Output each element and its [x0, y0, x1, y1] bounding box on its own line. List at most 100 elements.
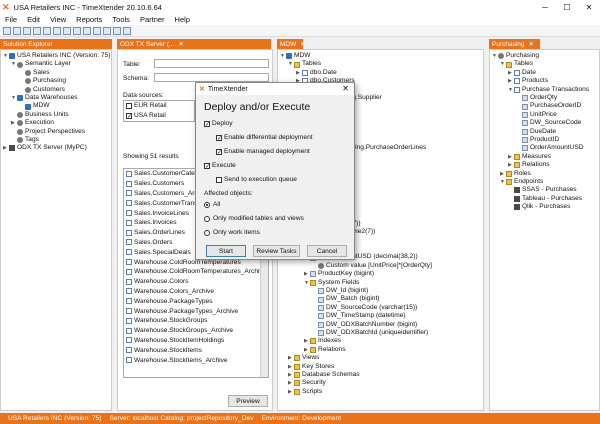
result-item[interactable]: Warehouse.Colors_Archive — [124, 287, 268, 297]
tree-item[interactable]: ▶ Relations — [492, 161, 597, 169]
tree-item[interactable]: Qlik - Purchases — [492, 203, 597, 211]
close-tab-icon[interactable]: ✕ — [300, 40, 305, 48]
tree-item[interactable]: ▶ Indexes — [280, 337, 481, 345]
send-queue-option[interactable]: Send to execution queue — [216, 176, 297, 183]
schema-field[interactable] — [154, 73, 269, 82]
menu-view[interactable]: View — [45, 15, 71, 24]
close-window-icon[interactable]: ✕ — [578, 0, 600, 14]
tree-item[interactable]: ▼ MDW — [280, 52, 481, 60]
deploy-checkbox[interactable] — [204, 120, 210, 128]
table-field[interactable] — [154, 59, 269, 68]
data-source-eur[interactable]: EUR Retail — [124, 101, 194, 111]
data-source-usa[interactable]: USA Retail — [124, 111, 194, 121]
cancel-button[interactable]: Cancel — [307, 245, 347, 257]
tree-item[interactable]: ▼ USA Retailers INC (Version: 75) — [3, 52, 110, 60]
preview-button[interactable]: Preview — [228, 395, 268, 407]
tree-item[interactable]: DW_Batch (bigint) — [280, 295, 481, 303]
tree-item[interactable]: OrderAmountUSD — [492, 144, 597, 152]
save-icon[interactable] — [23, 26, 31, 35]
tree-item[interactable]: ▶ Database Schemas — [280, 371, 481, 379]
only-work-radio[interactable] — [204, 229, 210, 236]
tree-item[interactable]: Sales — [3, 69, 109, 77]
tree-item[interactable]: OrderQty — [492, 94, 597, 102]
close-tab-icon[interactable]: ✕ — [529, 40, 534, 48]
menu-partner[interactable]: Partner — [135, 15, 170, 24]
execute-icon[interactable] — [43, 26, 51, 35]
result-item[interactable]: Warehouse.StockItemHoldings — [124, 336, 268, 346]
cut-icon[interactable] — [63, 26, 71, 35]
differential-checkbox[interactable] — [216, 134, 222, 142]
tree-item[interactable]: Business Units — [3, 111, 109, 119]
result-item[interactable]: Warehouse.PackageTypes — [124, 296, 268, 306]
only-modified-option[interactable]: Only modified tables and views — [204, 215, 304, 222]
tree-item[interactable]: Customers — [3, 86, 109, 94]
tree-item[interactable]: DW_ODXBatchId (uniqueidentifier) — [280, 329, 481, 337]
new-icon[interactable] — [3, 26, 11, 35]
menu-help[interactable]: Help — [170, 15, 195, 24]
review-tasks-button[interactable]: Review Tasks — [253, 245, 300, 257]
start-button[interactable]: Start — [206, 245, 246, 257]
tree-item[interactable]: ProductID — [492, 136, 597, 144]
close-tab-icon[interactable]: ✕ — [178, 40, 183, 48]
tree-item[interactable]: DW_Id (bigint) — [280, 287, 481, 295]
tree-item[interactable]: ▶ ODX TX Server (MyPC) — [3, 144, 109, 152]
result-item[interactable]: Warehouse.StockItems_Archive — [124, 355, 268, 365]
dialog-close-icon[interactable]: ✕ — [342, 84, 349, 93]
tree-item[interactable]: DW_SourceCode — [492, 119, 597, 127]
differential-option[interactable]: Enable differential deployment — [216, 134, 313, 142]
tree-item[interactable]: Custom value [UnitPrice]*[OrderQty] — [280, 262, 481, 270]
tree-item[interactable]: ▼ Semantic Layer — [3, 60, 109, 68]
menu-file[interactable]: File — [0, 15, 22, 24]
tree-item[interactable]: DW_ODXBatchNumber (bigint) — [280, 321, 481, 329]
result-item[interactable]: Warehouse.StockGroups — [124, 316, 268, 326]
tree-item[interactable]: ▶ Relations — [280, 346, 481, 354]
tree-item[interactable]: ▶ Execution — [3, 119, 109, 127]
tree-item[interactable]: ▶ Date — [492, 69, 597, 77]
tree-item[interactable]: ▶ Measures — [492, 153, 597, 161]
paste-icon[interactable] — [83, 26, 91, 35]
tree-item[interactable]: MDW — [3, 102, 109, 110]
result-item[interactable]: Warehouse.PackageTypes_Archive — [124, 306, 268, 316]
tree-item[interactable]: ▼ Tables — [492, 60, 597, 68]
tree-item[interactable]: ▶ dbo.Date — [280, 69, 481, 77]
tree-item[interactable]: Purchasing — [3, 77, 109, 85]
eur-retail-checkbox[interactable] — [126, 102, 132, 109]
menu-tools[interactable]: Tools — [107, 15, 135, 24]
result-item[interactable]: Warehouse.ColdRoomTemperatures_Archive — [124, 267, 268, 277]
execute-option[interactable]: Execute — [204, 162, 236, 170]
result-item[interactable]: Warehouse.StockItems — [124, 345, 268, 355]
tree-item[interactable]: Project Perspectives — [3, 128, 109, 136]
all-radio[interactable] — [204, 201, 210, 208]
tree-item[interactable]: ▼ Endpoints — [492, 178, 597, 186]
tree-item[interactable]: SSAS - Purchases — [492, 186, 597, 194]
settings-icon[interactable] — [113, 26, 121, 35]
odx-panel-tab[interactable]: ODX TX Server (... ✕ — [117, 39, 271, 49]
open-icon[interactable] — [13, 26, 21, 35]
tree-item[interactable]: DueDate — [492, 128, 597, 136]
tree-item[interactable]: ▼ Data Warehouses — [3, 94, 109, 102]
minimize-icon[interactable]: ─ — [534, 0, 556, 14]
purchasing-panel-tab[interactable]: Purchasing ✕ — [489, 39, 540, 49]
execute-checkbox[interactable] — [204, 162, 210, 170]
managed-option[interactable]: Enable managed deployment — [216, 148, 310, 156]
result-item[interactable]: Warehouse.StockGroups_Archive — [124, 326, 268, 336]
deploy-icon[interactable] — [33, 26, 41, 35]
menu-edit[interactable]: Edit — [22, 15, 45, 24]
refresh-icon[interactable] — [53, 26, 61, 35]
tree-item[interactable]: ▶ Views — [280, 354, 481, 362]
tree-item[interactable]: ▼ Purchase Transactions — [492, 86, 597, 94]
only-modified-radio[interactable] — [204, 215, 210, 222]
tree-item[interactable]: ▶ ProductKey (bigint) — [280, 270, 481, 278]
tree-item[interactable]: UnitPrice — [492, 111, 597, 119]
tree-item[interactable]: ▶ Roles — [492, 169, 597, 177]
tree-item[interactable]: DW_TimeStamp (datetime) — [280, 312, 481, 320]
menu-reports[interactable]: Reports — [71, 15, 107, 24]
managed-checkbox[interactable] — [216, 148, 222, 156]
tree-item[interactable]: Tags — [3, 136, 109, 144]
mdw-panel-tab[interactable]: MDW ✕ — [277, 39, 306, 49]
usa-retail-checkbox[interactable] — [126, 112, 132, 120]
tree-item[interactable]: ▼ Purchasing — [492, 52, 597, 60]
tree-item[interactable]: DW_SourceCode (varchar(15)) — [280, 304, 481, 312]
tree-item[interactable]: Tableau - Purchases — [492, 195, 597, 203]
tree-item[interactable]: ▼ System Fields — [280, 279, 481, 287]
